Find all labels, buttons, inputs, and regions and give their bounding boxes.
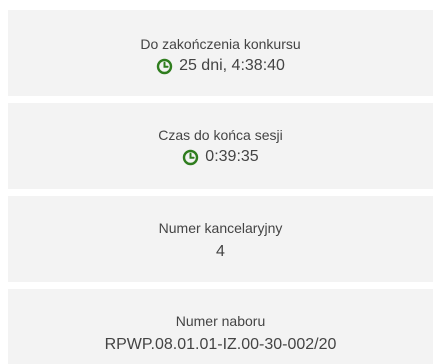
contest-deadline-panel: Do zakończenia konkursu 25 dni, 4:38:40 [8, 10, 433, 96]
session-timer-panel: Czas do końca sesji 0:39:35 [8, 103, 433, 189]
clock-icon [156, 58, 173, 75]
registry-number-label: Numer kancelaryjny [158, 220, 283, 236]
session-timer-label: Czas do końca sesji [158, 127, 283, 143]
clock-icon [182, 149, 199, 166]
contest-deadline-value: 25 dni, 4:38:40 [179, 57, 285, 74]
call-number-label: Numer naboru [175, 313, 266, 329]
call-number-value: RPWP.08.01.01-IZ.00-30-002/20 [104, 336, 337, 353]
contest-deadline-value-row: 25 dni, 4:38:40 [8, 56, 433, 76]
registry-number-panel: Numer kancelaryjny 4 [8, 196, 433, 282]
contest-deadline-label: Do zakończenia konkursu [140, 36, 301, 52]
call-number-panel: Numer naboru RPWP.08.01.01-IZ.00-30-002/… [8, 289, 433, 364]
session-timer-value: 0:39:35 [205, 148, 259, 165]
session-timer-value-row: 0:39:35 [8, 147, 433, 167]
registry-number-value: 4 [216, 243, 225, 260]
